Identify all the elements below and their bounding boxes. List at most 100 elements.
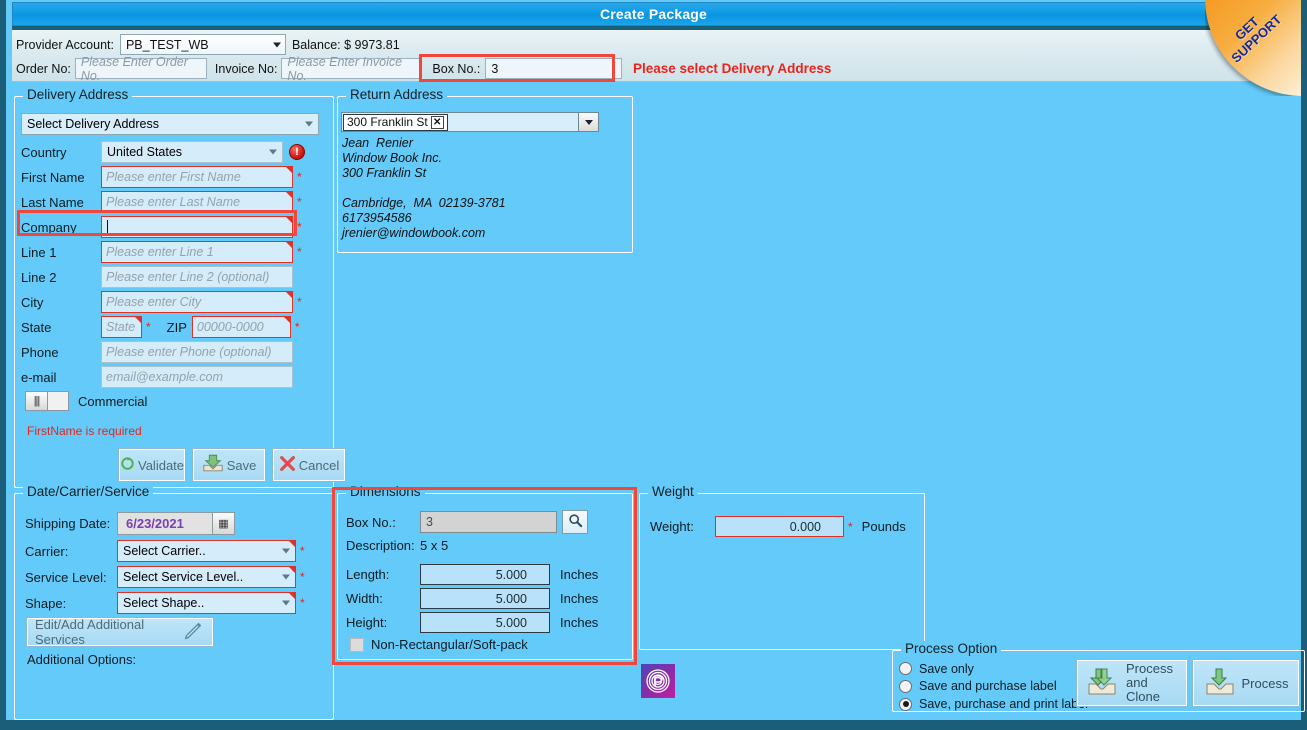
return-address-line bbox=[342, 181, 506, 196]
process-and-clone-label: Process and Clone bbox=[1126, 662, 1178, 704]
save-button[interactable]: Save bbox=[192, 448, 266, 482]
zip-input[interactable]: 00000-0000 bbox=[191, 316, 291, 338]
get-support-ribbon[interactable]: GET SUPPORT bbox=[1205, 0, 1301, 96]
email-input[interactable]: email@example.com bbox=[101, 366, 293, 388]
return-address-dropdown-button[interactable] bbox=[578, 113, 598, 131]
dimensions-box-no-input[interactable]: 3 bbox=[420, 511, 557, 533]
process-and-clone-line1: Process bbox=[1126, 661, 1173, 676]
chevron-down-icon bbox=[269, 149, 277, 155]
calendar-icon[interactable]: ▦ bbox=[212, 513, 234, 534]
edit-services-label: Edit/Add Additional Services bbox=[35, 617, 145, 647]
balance-label: Balance: $ 9973.81 bbox=[291, 37, 400, 52]
country-value: United States bbox=[107, 145, 183, 159]
box-no-value: 3 bbox=[491, 61, 499, 76]
service-level-select[interactable]: Select Service Level.. bbox=[117, 566, 296, 588]
shipping-date-input[interactable]: 6/23/2021 ▦ bbox=[117, 512, 235, 535]
weight-unit: Pounds bbox=[861, 519, 906, 534]
radio-save-purchase-and-print-label[interactable]: Save, purchase and print label bbox=[899, 696, 1088, 712]
process-clone-icon bbox=[1086, 667, 1120, 700]
return-address-tag-label: 300 Franklin St bbox=[347, 115, 428, 129]
process-option-legend: Process Option bbox=[901, 641, 1002, 656]
phone-placeholder: Please enter Phone (optional) bbox=[106, 345, 272, 359]
last-name-input[interactable]: Please enter Last Name bbox=[101, 191, 293, 213]
radio-save-only[interactable]: Save only bbox=[899, 661, 1088, 676]
date-carrier-service-group: Date/Carrier/Service Shipping Date: 6/23… bbox=[14, 484, 334, 720]
city-input[interactable]: Please enter City bbox=[101, 291, 293, 313]
refresh-icon bbox=[120, 456, 135, 474]
validate-button[interactable]: Validate bbox=[118, 448, 186, 482]
carrier-placeholder: Select Carrier.. bbox=[123, 544, 206, 558]
edit-add-additional-services-button[interactable]: Edit/Add Additional Services bbox=[26, 617, 214, 647]
cancel-button[interactable]: Cancel bbox=[272, 448, 346, 482]
line2-input[interactable]: Please enter Line 2 (optional) bbox=[101, 266, 293, 288]
select-delivery-address-combo[interactable]: Select Delivery Address bbox=[21, 113, 319, 135]
chevron-down-icon bbox=[282, 574, 290, 580]
pencil-icon bbox=[182, 620, 204, 645]
commercial-toggle[interactable]: ||| bbox=[25, 391, 69, 411]
weight-input[interactable]: 0.000 bbox=[715, 516, 844, 537]
city-placeholder: Please enter City bbox=[106, 295, 202, 309]
first-name-required-marker: * bbox=[297, 170, 302, 184]
provider-account-select[interactable]: PB_TEST_WB bbox=[119, 34, 286, 55]
return-address-selected-tag[interactable]: 300 Franklin St ✕ bbox=[343, 113, 448, 131]
country-error-icon[interactable]: ! bbox=[289, 144, 305, 160]
line2-label: Line 2 bbox=[21, 269, 57, 285]
weight-label: Weight: bbox=[650, 519, 694, 534]
non-rectangular-checkbox[interactable] bbox=[350, 637, 364, 652]
zip-placeholder: 00000-0000 bbox=[196, 320, 264, 334]
return-address-line: jrenier@windowbook.com bbox=[342, 226, 486, 240]
process-option-group: Process Option Save only Save and purcha… bbox=[892, 641, 1305, 712]
state-required-marker: * bbox=[146, 320, 151, 334]
dimensions-group: Dimensions Box No.: 3 Description: 5 x 5… bbox=[337, 484, 633, 660]
invoice-no-input[interactable]: Please Enter Invoice No. bbox=[281, 55, 422, 83]
toggle-knob-icon: ||| bbox=[26, 392, 48, 410]
provider-account-label: Provider Account: bbox=[16, 37, 114, 52]
length-value: 5.000 bbox=[495, 567, 527, 582]
country-select[interactable]: United States bbox=[101, 141, 283, 163]
box-no-input[interactable]: 3 bbox=[485, 58, 623, 79]
close-icon[interactable]: ✕ bbox=[430, 115, 444, 129]
invoice-no-label: Invoice No: bbox=[214, 61, 278, 76]
height-label: Height: bbox=[346, 615, 388, 630]
service-level-required-marker: * bbox=[300, 570, 305, 584]
save-tray-icon bbox=[202, 454, 224, 476]
height-value: 5.000 bbox=[495, 615, 527, 630]
return-address-select[interactable]: 300 Franklin St ✕ bbox=[341, 112, 599, 132]
width-label: Width: bbox=[346, 591, 383, 606]
process-button[interactable]: Process bbox=[1192, 659, 1300, 707]
first-name-input[interactable]: Please enter First Name bbox=[101, 166, 293, 188]
process-and-clone-button[interactable]: Process and Clone bbox=[1076, 659, 1188, 707]
window-title: Create Package bbox=[599, 6, 708, 22]
box-lookup-button[interactable] bbox=[562, 510, 588, 534]
order-no-input[interactable]: Please Enter Order No. bbox=[74, 55, 207, 83]
shape-select[interactable]: Select Shape.. bbox=[117, 592, 296, 614]
radio-save-purchase-and-print-label-label: Save, purchase and print label bbox=[919, 697, 1088, 711]
company-input[interactable] bbox=[101, 216, 293, 238]
process-and-clone-line2: and Clone bbox=[1126, 675, 1160, 704]
last-name-label: Last Name bbox=[21, 194, 84, 210]
carrier-select[interactable]: Select Carrier.. bbox=[117, 540, 296, 562]
radio-save-and-purchase-label[interactable]: Save and purchase label bbox=[899, 678, 1088, 694]
dimensions-box-no-label: Box No.: bbox=[346, 514, 396, 530]
process-icon bbox=[1204, 667, 1236, 700]
line1-input[interactable]: Please enter Line 1 bbox=[101, 241, 293, 263]
phone-input[interactable]: Please enter Phone (optional) bbox=[101, 341, 293, 363]
radio-icon-selected bbox=[899, 697, 912, 711]
window-titlebar: Create Package bbox=[12, 2, 1295, 26]
height-unit: Inches bbox=[560, 615, 599, 630]
return-address-line: Window Book Inc. bbox=[342, 151, 442, 165]
close-x-icon bbox=[279, 455, 296, 475]
width-input[interactable]: 5.000 bbox=[420, 588, 550, 609]
width-value: 5.000 bbox=[495, 591, 527, 606]
city-required-marker: * bbox=[297, 295, 302, 309]
chevron-down-icon bbox=[282, 600, 290, 606]
brand-logo bbox=[641, 664, 675, 698]
height-input[interactable]: 5.000 bbox=[420, 612, 550, 633]
length-input[interactable]: 5.000 bbox=[420, 564, 550, 585]
service-level-label: Service Level: bbox=[25, 569, 107, 585]
non-rectangular-label: Non-Rectangular/Soft-pack bbox=[371, 637, 528, 652]
save-button-label: Save bbox=[226, 457, 257, 473]
validation-error-message: FirstName is required bbox=[27, 424, 142, 438]
length-label: Length: bbox=[346, 567, 390, 582]
state-input[interactable]: State bbox=[101, 316, 142, 338]
